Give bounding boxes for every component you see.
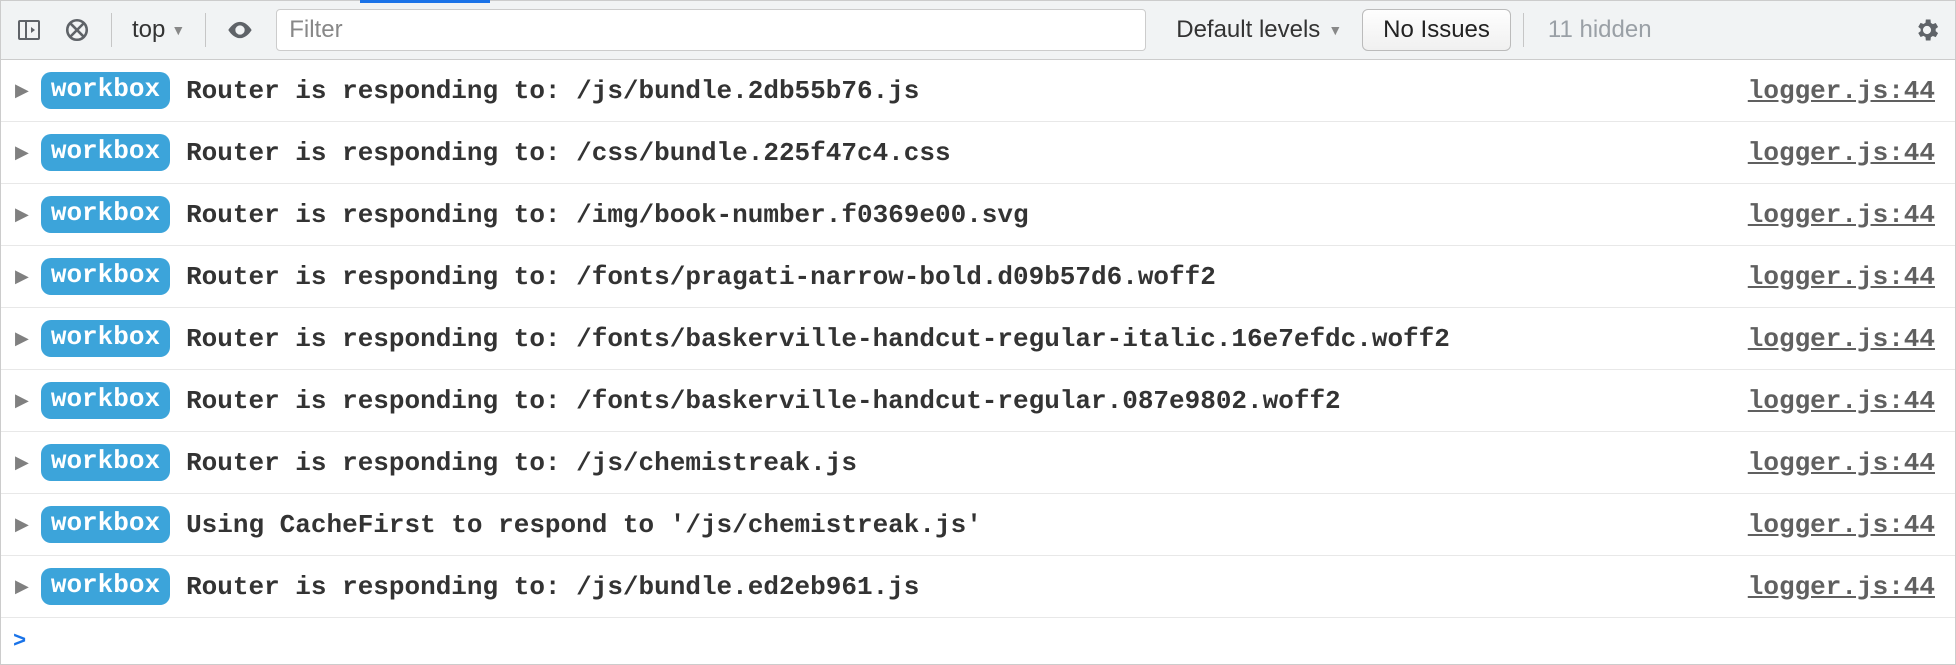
workbox-badge: workbox: [41, 444, 170, 481]
expand-triangle-icon[interactable]: ▶: [15, 328, 29, 350]
expand-triangle-icon[interactable]: ▶: [15, 266, 29, 288]
chevron-down-icon: ▼: [171, 22, 185, 38]
console-panel: top ▼ Default levels ▼ No Issues 11 hidd…: [0, 0, 1956, 665]
hidden-count[interactable]: 11 hidden: [1536, 16, 1664, 44]
workbox-badge: workbox: [41, 196, 170, 233]
live-expression-eye-icon[interactable]: [218, 8, 262, 52]
workbox-badge: workbox: [41, 568, 170, 605]
separator: [1523, 13, 1524, 47]
log-levels-selector[interactable]: Default levels ▼: [1160, 16, 1358, 44]
clear-console-icon[interactable]: [55, 8, 99, 52]
filter-input[interactable]: [276, 9, 1146, 51]
console-prompt-row[interactable]: >: [1, 618, 1955, 664]
log-message: Router is responding to: /fonts/baskervi…: [186, 324, 1450, 354]
console-log-row: ▶ workbox Router is responding to: /js/bun…: [1, 556, 1955, 618]
log-message: Router is responding to: /css/bundle.225…: [186, 138, 951, 168]
workbox-badge: workbox: [41, 506, 170, 543]
workbox-badge: workbox: [41, 72, 170, 109]
source-link[interactable]: logger.js:44: [1748, 200, 1935, 230]
separator: [111, 13, 112, 47]
log-message: Using CacheFirst to respond to '/js/chem…: [186, 510, 982, 540]
expand-triangle-icon[interactable]: ▶: [15, 142, 29, 164]
source-link[interactable]: logger.js:44: [1748, 386, 1935, 416]
active-tab-indicator: [360, 0, 490, 3]
chevron-down-icon: ▼: [1328, 22, 1342, 38]
expand-triangle-icon[interactable]: ▶: [15, 452, 29, 474]
console-log-row: ▶ workbox Using CacheFirst to respond to '…: [1, 494, 1955, 556]
context-selector[interactable]: top ▼: [124, 12, 193, 48]
console-toolbar: top ▼ Default levels ▼ No Issues 11 hidd…: [1, 0, 1955, 60]
log-message: Router is responding to: /js/bundle.2db5…: [186, 76, 919, 106]
console-log-row: ▶ workbox Router is responding to: /fonts/…: [1, 308, 1955, 370]
context-label: top: [132, 16, 165, 44]
expand-triangle-icon[interactable]: ▶: [15, 204, 29, 226]
log-message: Router is responding to: /fonts/pragati-…: [186, 262, 1216, 292]
console-log-row: ▶ workbox Router is responding to: /fonts/…: [1, 246, 1955, 308]
console-log-row: ▶ workbox Router is responding to: /js/che…: [1, 432, 1955, 494]
console-log-row: ▶ workbox Router is responding to: /fonts/…: [1, 370, 1955, 432]
log-message: Router is responding to: /js/bundle.ed2e…: [186, 572, 919, 602]
workbox-badge: workbox: [41, 258, 170, 295]
settings-gear-icon[interactable]: [1905, 16, 1949, 44]
source-link[interactable]: logger.js:44: [1748, 572, 1935, 602]
log-message: Router is responding to: /img/book-numbe…: [186, 200, 1029, 230]
levels-label: Default levels: [1176, 16, 1320, 44]
expand-triangle-icon[interactable]: ▶: [15, 576, 29, 598]
console-log-row: ▶ workbox Router is responding to: /css/bu…: [1, 122, 1955, 184]
expand-triangle-icon[interactable]: ▶: [15, 80, 29, 102]
expand-triangle-icon[interactable]: ▶: [15, 514, 29, 536]
log-message: Router is responding to: /js/chemistreak…: [186, 448, 857, 478]
toggle-sidebar-icon[interactable]: [7, 8, 51, 52]
expand-triangle-icon[interactable]: ▶: [15, 390, 29, 412]
source-link[interactable]: logger.js:44: [1748, 324, 1935, 354]
separator: [205, 13, 206, 47]
console-log-row: ▶ workbox Router is responding to: /img/bo…: [1, 184, 1955, 246]
prompt-caret-icon: >: [13, 629, 26, 654]
source-link[interactable]: logger.js:44: [1748, 76, 1935, 106]
source-link[interactable]: logger.js:44: [1748, 448, 1935, 478]
console-log-list: ▶ workbox Router is responding to: /js/bun…: [1, 60, 1955, 618]
issues-label: No Issues: [1383, 16, 1490, 44]
source-link[interactable]: logger.js:44: [1748, 138, 1935, 168]
log-message: Router is responding to: /fonts/baskervi…: [186, 386, 1341, 416]
workbox-badge: workbox: [41, 134, 170, 171]
source-link[interactable]: logger.js:44: [1748, 262, 1935, 292]
issues-button[interactable]: No Issues: [1362, 9, 1511, 51]
workbox-badge: workbox: [41, 382, 170, 419]
console-log-row: ▶ workbox Router is responding to: /js/bun…: [1, 60, 1955, 122]
workbox-badge: workbox: [41, 320, 170, 357]
source-link[interactable]: logger.js:44: [1748, 510, 1935, 540]
